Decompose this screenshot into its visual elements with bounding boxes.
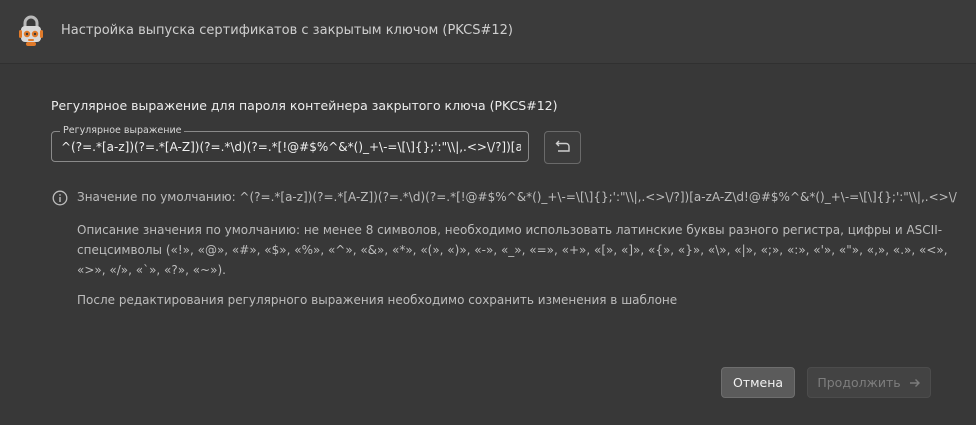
regex-field-label: Регулярное выражение xyxy=(60,125,185,137)
section-heading: Регулярное выражение для пароля контейне… xyxy=(51,98,558,113)
window-title: Настройка выпуска сертификатов с закрыты… xyxy=(61,23,513,38)
regex-input[interactable]: ^(?=.*[a-z])(?=.*[A-Z])(?=.*\d)(?=.*[!@#… xyxy=(61,139,521,155)
continue-button[interactable]: Продолжить xyxy=(807,367,931,398)
default-value-description: Описание значения по умолчанию: не менее… xyxy=(77,223,948,277)
continue-button-label: Продолжить xyxy=(817,375,901,390)
cancel-button-label: Отмена xyxy=(732,375,784,390)
padlock-robot-icon xyxy=(16,14,46,48)
info-circle-icon xyxy=(52,190,68,206)
save-note: После редактирования регулярного выражен… xyxy=(77,293,678,307)
titlebar: Настройка выпуска сертификатов с закрыты… xyxy=(0,0,976,64)
dialog-content: Регулярное выражение для пароля контейне… xyxy=(0,64,976,425)
arrow-right-icon xyxy=(909,378,921,388)
regex-field[interactable]: Регулярное выражение ^(?=.*[a-z])(?=.*[A… xyxy=(51,125,529,162)
reset-button[interactable] xyxy=(544,131,581,164)
undo-icon xyxy=(555,138,571,157)
cancel-button[interactable]: Отмена xyxy=(721,367,795,398)
dialog-window: Настройка выпуска сертификатов с закрыты… xyxy=(0,0,976,425)
default-value-text: Значение по умолчанию: ^(?=.*[a-z])(?=.*… xyxy=(77,190,957,204)
